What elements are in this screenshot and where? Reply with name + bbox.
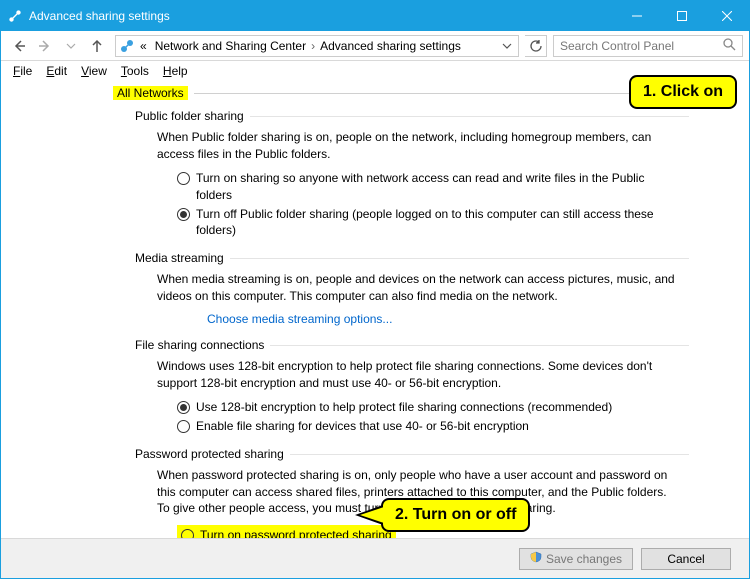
cancel-label: Cancel <box>667 552 704 566</box>
address-dropdown-icon[interactable] <box>498 41 516 51</box>
sub-media-streaming: Media streaming <box>135 251 230 265</box>
network-folder-icon <box>118 38 136 54</box>
save-changes-button[interactable]: Save changes <box>519 548 633 570</box>
search-icon <box>722 37 736 54</box>
bottom-bar: Save changes Cancel <box>1 538 749 578</box>
shield-icon <box>530 551 542 566</box>
media-options-link[interactable]: Choose media streaming options... <box>207 312 749 326</box>
annotation-callout-2: 2. Turn on or off <box>381 498 530 532</box>
menu-view[interactable]: View <box>75 64 113 78</box>
radio-conn-128[interactable] <box>177 401 190 414</box>
divider <box>290 454 689 455</box>
search-placeholder: Search Control Panel <box>560 39 674 53</box>
annotation-callout-1: 1. Click on <box>629 75 737 109</box>
menu-file[interactable]: File <box>7 64 38 78</box>
maximize-button[interactable] <box>659 1 704 31</box>
back-button[interactable] <box>7 34 31 58</box>
divider <box>270 345 689 346</box>
network-icon <box>7 8 23 24</box>
refresh-button[interactable] <box>525 35 547 57</box>
conn-desc: Windows uses 128-bit encryption to help … <box>157 358 679 391</box>
save-label: Save changes <box>546 552 622 566</box>
sub-password-protected-sharing: Password protected sharing <box>135 447 290 461</box>
up-button[interactable] <box>85 34 109 58</box>
divider <box>250 116 689 117</box>
divider <box>230 258 689 259</box>
minimize-button[interactable] <box>614 1 659 31</box>
window-title: Advanced sharing settings <box>29 9 614 23</box>
radio-label: Use 128-bit encryption to help protect f… <box>196 399 612 416</box>
search-input[interactable]: Search Control Panel <box>553 35 743 57</box>
media-desc: When media streaming is on, people and d… <box>157 271 679 304</box>
section-all-networks: All Networks <box>113 86 188 100</box>
menu-tools[interactable]: Tools <box>115 64 155 78</box>
public-folder-desc: When Public folder sharing is on, people… <box>157 129 679 162</box>
content-area: All Networks Public folder sharing When … <box>1 83 749 564</box>
radio-label: Turn off Public folder sharing (people l… <box>196 206 679 240</box>
title-bar: Advanced sharing settings <box>1 1 749 31</box>
nav-bar: « Network and Sharing Center › Advanced … <box>1 31 749 61</box>
radio-pub-off[interactable] <box>177 208 190 221</box>
menu-edit[interactable]: Edit <box>40 64 73 78</box>
sub-file-sharing-connections: File sharing connections <box>135 338 270 352</box>
menu-help[interactable]: Help <box>157 64 194 78</box>
radio-conn-4056[interactable] <box>177 420 190 433</box>
radio-pub-on[interactable] <box>177 172 190 185</box>
forward-button[interactable] <box>33 34 57 58</box>
radio-label: Enable file sharing for devices that use… <box>196 418 529 435</box>
breadcrumb-part[interactable]: Network and Sharing Center <box>151 39 310 53</box>
radio-label: Turn on sharing so anyone with network a… <box>196 170 679 204</box>
cancel-button[interactable]: Cancel <box>641 548 731 570</box>
recent-dropdown-icon[interactable] <box>59 34 83 58</box>
breadcrumb-ellipsis[interactable]: « <box>136 39 151 53</box>
close-button[interactable] <box>704 1 749 31</box>
sub-public-folder-sharing: Public folder sharing <box>135 109 250 123</box>
address-bar[interactable]: « Network and Sharing Center › Advanced … <box>115 35 519 57</box>
breadcrumb-part[interactable]: Advanced sharing settings <box>316 39 465 53</box>
